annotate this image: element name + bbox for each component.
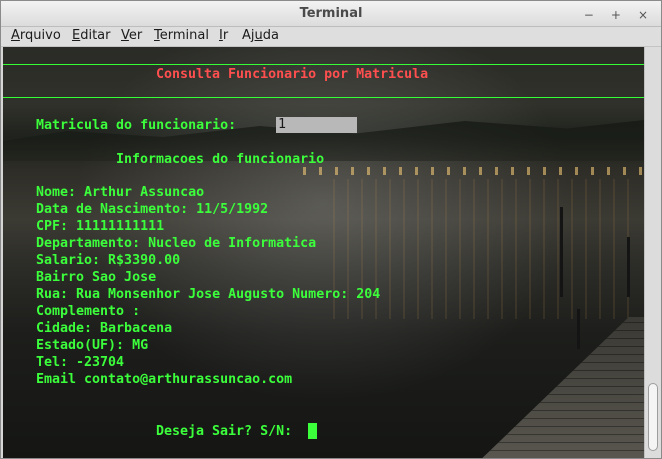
info-line: Complemento : bbox=[36, 304, 141, 319]
info-line: Rua: Rua Monsenhor Jose Augusto Numero: … bbox=[36, 287, 381, 302]
background-post bbox=[577, 309, 580, 349]
menu-terminal[interactable]: Terminal bbox=[154, 28, 209, 43]
menu-editar-accel: E bbox=[72, 28, 81, 43]
exit-prompt: Deseja Sair? S/N: bbox=[156, 424, 293, 439]
title-bar[interactable]: Terminal − + × bbox=[1, 1, 661, 27]
menu-ajuda-accel: u bbox=[254, 28, 263, 43]
info-line: Bairro Sao Jose bbox=[36, 270, 157, 285]
menu-terminal-label: erminal bbox=[159, 28, 209, 43]
header-rule-top bbox=[3, 64, 644, 65]
info-line: Data de Nascimento: 11/5/1992 bbox=[36, 202, 269, 217]
menu-editar-label: ditar bbox=[80, 28, 111, 43]
menu-ver[interactable]: Ver bbox=[121, 28, 142, 43]
text-cursor[interactable] bbox=[308, 423, 317, 439]
background-post bbox=[627, 237, 630, 297]
menu-arquivo-label: rquivo bbox=[19, 28, 61, 43]
matricula-label: Matricula do funcionario: bbox=[36, 118, 237, 133]
background-post bbox=[560, 207, 563, 297]
menu-ir-label: r bbox=[222, 28, 229, 43]
terminal-area[interactable]: Consulta Funcionario por Matricula Matri… bbox=[3, 47, 644, 458]
window-title: Terminal bbox=[299, 6, 363, 21]
scrollbar-thumb[interactable] bbox=[648, 383, 658, 451]
matricula-input[interactable]: 1 bbox=[276, 117, 357, 133]
info-line: Estado(UF): MG bbox=[36, 338, 149, 353]
header-rule-bottom bbox=[3, 97, 644, 98]
menu-editar[interactable]: Editar bbox=[72, 28, 111, 43]
header-title: Consulta Funcionario por Matricula bbox=[156, 67, 429, 82]
info-line: Cidade: Barbacena bbox=[36, 321, 173, 336]
menu-bar: Arquivo Editar Ver Terminal Ir Ajuda bbox=[1, 27, 661, 47]
maximize-button[interactable]: + bbox=[608, 6, 624, 24]
menu-ir[interactable]: Ir bbox=[219, 28, 228, 43]
info-line: Salario: R$3390.00 bbox=[36, 253, 181, 268]
info-line: Nome: Arthur Assuncao bbox=[36, 185, 205, 200]
info-line: Email contato@arthurassuncao.com bbox=[36, 372, 293, 387]
menu-ajuda-prefix: Aj bbox=[242, 28, 255, 43]
menu-ajuda-label: da bbox=[262, 28, 279, 43]
info-title: Informacoes do funcionario bbox=[116, 152, 325, 167]
background-shore-lights bbox=[303, 167, 643, 175]
minimize-button[interactable]: − bbox=[581, 6, 597, 24]
close-button[interactable]: × bbox=[635, 6, 651, 24]
vertical-scrollbar[interactable] bbox=[644, 47, 661, 458]
window-controls: − + × bbox=[575, 4, 651, 24]
info-line: Departamento: Nucleo de Informatica bbox=[36, 236, 317, 251]
menu-ver-label: er bbox=[128, 28, 143, 43]
terminal-window: Terminal − + × Arquivo Editar Ver Termin… bbox=[0, 0, 662, 459]
background-pier-planks bbox=[473, 317, 644, 458]
menu-arquivo-accel: A bbox=[11, 28, 20, 43]
menu-arquivo[interactable]: Arquivo bbox=[11, 28, 61, 43]
menu-ver-accel: V bbox=[121, 28, 129, 43]
menu-ajuda[interactable]: Ajuda bbox=[242, 28, 279, 43]
info-line: CPF: 11111111111 bbox=[36, 219, 165, 234]
info-line: Tel: -23704 bbox=[36, 355, 125, 370]
